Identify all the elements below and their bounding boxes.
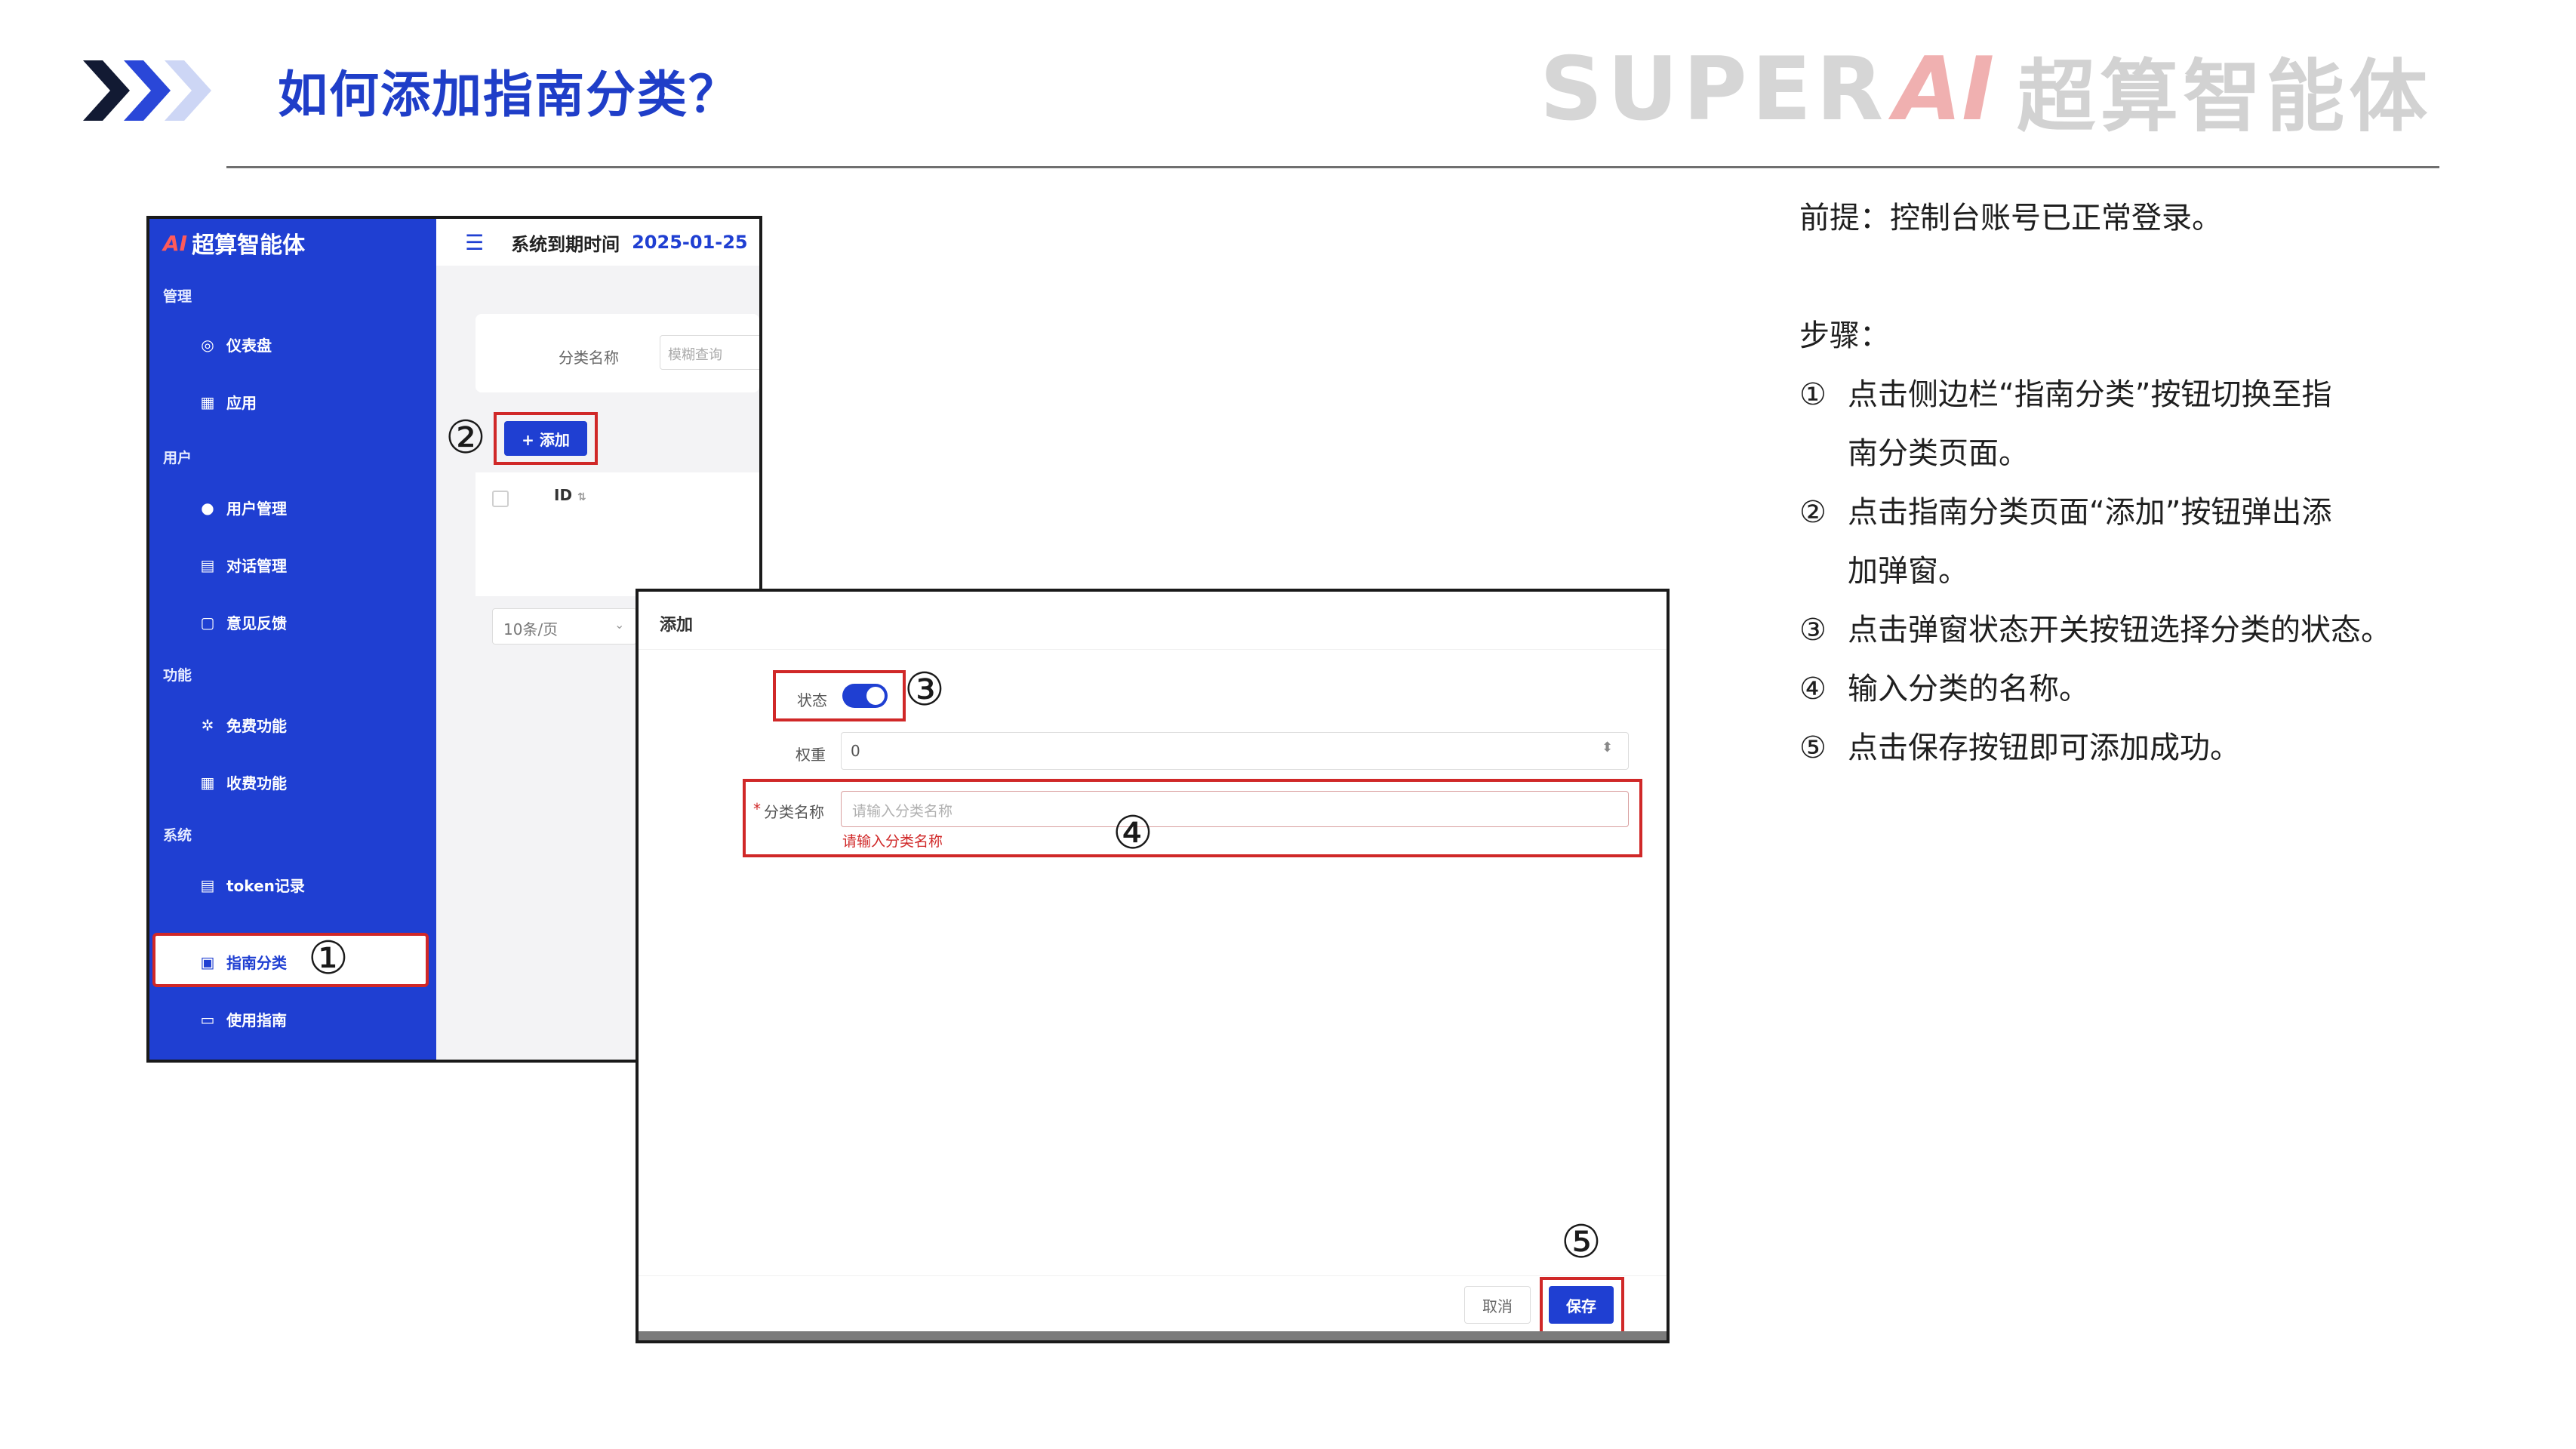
step-text-cont: 加弹窗。 [1848, 554, 1968, 589]
brand-latin: SUPER [1540, 38, 1888, 140]
highlight-box-name [743, 779, 1642, 857]
sidebar-item-user-management[interactable]: ● 用户管理 [199, 497, 287, 518]
bottom-bar [639, 1331, 1667, 1340]
highlight-box-save [1540, 1277, 1624, 1334]
step-number: ④ [1799, 672, 1827, 706]
weight-label: 权重 [796, 746, 826, 764]
step-number: ② [1799, 495, 1827, 530]
step-text: 点击指南分类页面“添加”按钮弹出添 [1848, 495, 2332, 530]
sidebar-group-system: 系统 [163, 827, 192, 844]
step-text: 点击侧边栏“指南分类”按钮切换至指 [1848, 377, 2332, 412]
modal-divider [639, 649, 1667, 650]
apps-grid-icon: ▦ [200, 773, 215, 792]
sidebar-item-chat-management[interactable]: ▤ 对话管理 [199, 554, 287, 576]
sidebar-item-free-features[interactable]: ✲ 免费功能 [199, 714, 287, 736]
step-number: ① [1799, 377, 1827, 412]
sidebar-item-label: 应用 [226, 394, 257, 412]
feedback-icon: ▢ [200, 613, 215, 632]
step-marker-4: ④ [1113, 807, 1153, 860]
sidebar-item-token-records[interactable]: ▤ token记录 [199, 874, 305, 896]
steps-title: 步骤： [1799, 318, 1890, 353]
step-text: 点击弹窗状态开关按钮选择分类的状态。 [1848, 613, 2391, 648]
sidebar: AI 超算智能体 管理 ◎ 仪表盘 ▦ 应用 用户 ● 用户管理 ▤ 对话管理 … [149, 219, 436, 1060]
chat-log-icon: ▤ [200, 555, 215, 574]
step-2: ② 点击指南分类页面“添加”按钮弹出添 加弹窗。 [1799, 483, 2539, 601]
highlight-box-guide-category [152, 933, 429, 987]
step-marker-3: ③ [904, 663, 945, 716]
highlight-box-status [773, 670, 906, 721]
user-icon: ● [201, 498, 214, 517]
sort-icon: ⇅ [577, 491, 586, 503]
modal-title: 添加 [660, 616, 694, 635]
sidebar-group-users: 用户 [163, 450, 192, 466]
table-body [475, 521, 759, 596]
sidebar-item-guide-category[interactable]: ▣ 指南分类 [199, 951, 287, 973]
sidebar-item-label: 指南分类 [226, 954, 287, 972]
stepper-icon[interactable]: ⬍ [1602, 740, 1613, 755]
sidebar-group-features: 功能 [163, 667, 192, 684]
premise-text: 前提：控制台账号已正常登录。 [1799, 201, 2222, 235]
step-marker-1: ① [308, 932, 349, 985]
sidebar-item-label: 免费功能 [226, 717, 287, 735]
select-all-checkbox[interactable] [492, 491, 509, 507]
sidebar-item-paid-features[interactable]: ▦ 收费功能 [199, 771, 287, 793]
sidebar-item-label: 使用指南 [226, 1011, 287, 1029]
logo-mark: AI [163, 230, 188, 256]
step-text: 点击保存按钮即可添加成功。 [1848, 731, 2240, 765]
sidebar-item-label: 意见反馈 [226, 614, 287, 632]
menu-fold-icon[interactable]: ☰ [465, 230, 484, 255]
sidebar-group-manage: 管理 [163, 288, 192, 305]
gear-icon: ✲ [201, 715, 214, 734]
step-text-cont: 南分类页面。 [1848, 436, 2029, 471]
sidebar-item-user-guide[interactable]: ▭ 使用指南 [199, 1008, 287, 1030]
brand-watermark: SUPER AI 超算智能体 [1540, 38, 2432, 143]
guide-category-icon: ▣ [200, 952, 215, 971]
table-header: ID ⇅ [475, 472, 759, 521]
brand-cn: 超算智能体 [2017, 50, 2433, 143]
chevron-down-icon: ⌄ [614, 617, 625, 632]
sidebar-item-label: 收费功能 [226, 774, 287, 792]
weight-input[interactable]: 0 [841, 732, 1629, 770]
sidebar-item-apps[interactable]: ▦ 应用 [199, 391, 257, 413]
sidebar-item-label: 对话管理 [226, 557, 287, 575]
cancel-button[interactable]: 取消 [1464, 1286, 1531, 1324]
record-icon: ▤ [200, 875, 215, 894]
sidebar-item-label: token记录 [226, 877, 305, 895]
expire-date: 2025-01-25 [632, 232, 748, 253]
chevrons-logo-icon [83, 60, 211, 121]
logo-text: 超算智能体 [192, 232, 306, 259]
sidebar-item-label: 仪表盘 [226, 337, 272, 355]
step-marker-2: ② [445, 411, 486, 464]
add-modal-screenshot: 添加 状态 权重 0 ⬍ * 分类名称 请输入分类名称 请输入分类名称 取消 保… [636, 589, 1670, 1343]
brand-ai: AI [1894, 38, 1995, 140]
highlight-box-add [494, 412, 598, 465]
header-divider [226, 166, 2439, 168]
step-4: ④ 输入分类的名称。 [1799, 660, 2539, 718]
step-5: ⑤ 点击保存按钮即可添加成功。 [1799, 718, 2539, 777]
step-marker-5: ⑤ [1561, 1216, 1602, 1269]
footer-divider [639, 1275, 1667, 1276]
step-1: ① 点击侧边栏“指南分类”按钮切换至指 南分类页面。 [1799, 365, 2539, 483]
console-logo: AI 超算智能体 [163, 226, 305, 260]
step-text: 输入分类的名称。 [1848, 672, 2089, 706]
instructions-panel: 前提：控制台账号已正常登录。 步骤： ① 点击侧边栏“指南分类”按钮切换至指 南分… [1799, 189, 2539, 777]
sidebar-item-feedback[interactable]: ▢ 意见反馈 [199, 611, 287, 633]
category-search-input[interactable]: 模糊查询 [660, 335, 759, 370]
step-number: ⑤ [1799, 731, 1827, 765]
id-column-header[interactable]: ID ⇅ [554, 486, 586, 504]
guide-icon: ▭ [200, 1010, 215, 1029]
sidebar-item-dashboard[interactable]: ◎ 仪表盘 [199, 334, 272, 355]
apps-grid-icon: ▦ [200, 392, 215, 411]
filter-label: 分类名称 [559, 349, 619, 367]
topbar: ☰ 系统到期时间 2025-01-25 [436, 219, 759, 266]
page-title: 如何添加指南分类？ [278, 66, 740, 124]
sidebar-item-label: 用户管理 [226, 500, 287, 518]
expire-label: 系统到期时间 [511, 233, 620, 255]
step-number: ③ [1799, 613, 1827, 648]
filter-card: 分类名称 模糊查询 [475, 314, 759, 392]
step-3: ③ 点击弹窗状态开关按钮选择分类的状态。 [1799, 601, 2539, 660]
dashboard-icon: ◎ [201, 335, 214, 354]
